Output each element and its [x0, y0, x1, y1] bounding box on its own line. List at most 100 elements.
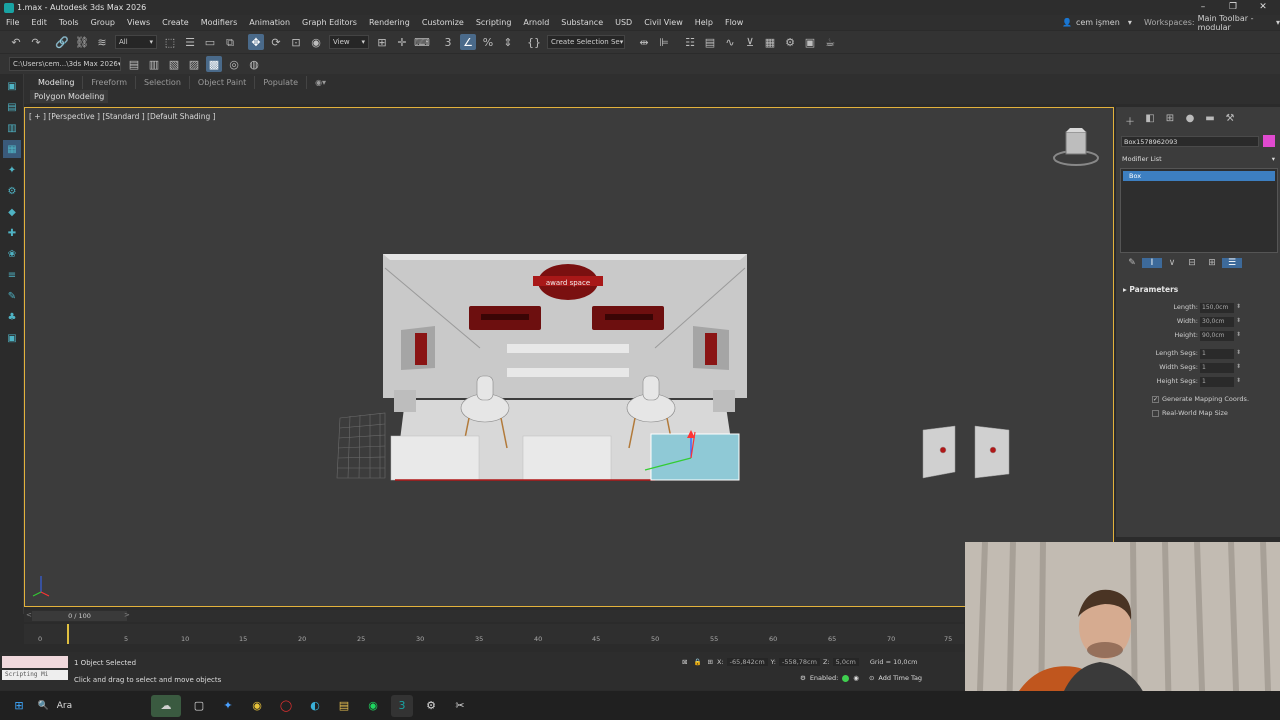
opera-icon[interactable]: ◯	[275, 695, 297, 717]
parameters-header[interactable]: ▸ Parameters	[1120, 285, 1278, 294]
percent-snap-icon[interactable]: %	[480, 34, 496, 50]
task-view-icon[interactable]: ▢	[188, 695, 210, 717]
menu-usd[interactable]: USD	[609, 18, 638, 27]
tab-modeling[interactable]: Modeling	[30, 76, 84, 89]
keyboard-shortcut-icon[interactable]: ⌨	[414, 34, 430, 50]
menu-tools[interactable]: Tools	[53, 18, 85, 27]
layer-icon[interactable]: ▦	[3, 140, 21, 158]
selection-lock-icon[interactable]: 🔒	[693, 658, 701, 666]
menu-views[interactable]: Views	[121, 18, 156, 27]
ribbon-options-icon[interactable]: ◉▾	[307, 76, 334, 89]
spinner-icon[interactable]: ⬍	[1236, 303, 1241, 310]
next-frame-icon[interactable]: >	[124, 611, 130, 619]
configure-icon[interactable]: ☰	[1222, 258, 1242, 268]
configure-sets-icon[interactable]: ⊞	[1202, 258, 1222, 268]
motion-tab-icon[interactable]: ●	[1180, 113, 1200, 128]
time-slider[interactable]: < 0 / 100 >	[24, 610, 964, 622]
windows-start-icon[interactable]: ⊞	[8, 695, 30, 717]
height-input[interactable]: 90,0cm	[1200, 331, 1234, 341]
tree-icon[interactable]: ♣	[3, 308, 21, 326]
menu-animation[interactable]: Animation	[243, 18, 296, 27]
viewcube-icon[interactable]	[1052, 128, 1100, 168]
align-icon[interactable]: ⊫	[656, 34, 672, 50]
object-name-field[interactable]: Box1578962093	[1121, 136, 1259, 147]
project-config-icon[interactable]: ▨	[186, 56, 202, 72]
taskbar-search[interactable]: 🔍 Ara	[38, 695, 148, 717]
garden-icon[interactable]: ❀	[3, 245, 21, 263]
spinner-snap-icon[interactable]: ⇕	[500, 34, 516, 50]
undo-icon[interactable]: ↶	[8, 34, 24, 50]
rendered-frame-icon[interactable]: ▣	[802, 34, 818, 50]
schematic-view-icon[interactable]: ⊻	[742, 34, 758, 50]
workspace-selector[interactable]: Workspaces: Main Toolbar - modular ▾	[1144, 14, 1280, 32]
rect-selection-icon[interactable]: ▭	[202, 34, 218, 50]
edge-icon[interactable]: ◐	[304, 695, 326, 717]
track-bar[interactable]: 0 5 10 15 20 25 30 35 40 45 50 55 60 65 …	[24, 624, 964, 644]
file-explorer-icon[interactable]: ▤	[333, 695, 355, 717]
length-input[interactable]: 150,0cm	[1200, 303, 1234, 313]
enabled-indicator[interactable]	[842, 674, 850, 682]
menu-flow[interactable]: Flow	[719, 18, 749, 27]
mirror-icon[interactable]: ⇹	[636, 34, 652, 50]
menu-scripting[interactable]: Scripting	[470, 18, 518, 27]
isolate-selection-icon[interactable]: ▩	[206, 56, 222, 72]
modify-tab-icon[interactable]: ◧	[1140, 113, 1160, 128]
display-icon[interactable]: ▥	[3, 119, 21, 137]
safe-frame-icon[interactable]: ◎	[226, 56, 242, 72]
named-selection-dropdown[interactable]: Create Selection Se ▾	[547, 35, 625, 49]
menu-arnold[interactable]: Arnold	[517, 18, 555, 27]
modifier-list-dropdown[interactable]: Modifier List ▾	[1121, 153, 1277, 165]
remove-modifier-icon[interactable]: ⊟	[1182, 258, 1202, 268]
time-slider-thumb[interactable]: 0 / 100	[32, 611, 127, 621]
spinner-icon[interactable]: ⬍	[1236, 363, 1241, 370]
scene-explorer-icon[interactable]: ☷	[682, 34, 698, 50]
select-move-icon[interactable]: ✥	[248, 34, 264, 50]
menu-help[interactable]: Help	[689, 18, 719, 27]
z-coordinate-field[interactable]: 5,0cm	[832, 658, 859, 666]
element-icon[interactable]: ◆	[3, 203, 21, 221]
create-tab-icon[interactable]: ＋	[1120, 113, 1140, 128]
create-icon[interactable]: ▣	[3, 77, 21, 95]
widgets-icon[interactable]: ☁	[151, 694, 181, 717]
menu-graph-editors[interactable]: Graph Editors	[296, 18, 363, 27]
perspective-viewport[interactable]: [ + ] [Perspective ] [Standard ] [Defaul…	[24, 107, 1114, 607]
menu-modifiers[interactable]: Modifiers	[195, 18, 244, 27]
x-coordinate-field[interactable]: -65,842cm	[726, 658, 768, 666]
link-icon[interactable]: 🔗	[54, 34, 70, 50]
user-account[interactable]: 👤 cem işmen ▾	[1062, 15, 1132, 30]
prev-frame-icon[interactable]: <	[26, 611, 32, 619]
degradation-icon[interactable]: ⚙	[800, 674, 806, 682]
reference-coord-dropdown[interactable]: View ▾	[329, 35, 369, 49]
add-time-tag[interactable]: Add Time Tag	[878, 674, 922, 682]
layer-explorer-icon[interactable]: ▤	[702, 34, 718, 50]
snipping-tool-icon[interactable]: ✂	[449, 695, 471, 717]
select-manipulate-icon[interactable]: ✛	[394, 34, 410, 50]
chrome-icon[interactable]: ◉	[246, 695, 268, 717]
show-end-result-icon[interactable]: Ⅰ	[1142, 258, 1162, 268]
panel-icon[interactable]: ▣	[3, 329, 21, 347]
menu-civil-view[interactable]: Civil View	[638, 18, 689, 27]
place-icon[interactable]: ◉	[308, 34, 324, 50]
material-editor-icon[interactable]: ▦	[762, 34, 778, 50]
display-tab-icon[interactable]: ▬	[1200, 113, 1220, 128]
edit-named-selection-icon[interactable]: {}	[526, 34, 542, 50]
project-open-icon[interactable]: ▧	[166, 56, 182, 72]
road-icon[interactable]: ≡	[3, 266, 21, 284]
absolute-mode-icon[interactable]: ⊞	[708, 658, 713, 666]
length-segs-input[interactable]: 1	[1200, 349, 1234, 359]
menu-rendering[interactable]: Rendering	[363, 18, 416, 27]
render-setup-icon[interactable]: ⚙	[782, 34, 798, 50]
proc-icon[interactable]: ⚙	[3, 182, 21, 200]
copilot-icon[interactable]: ✦	[217, 695, 239, 717]
project-folder-icon[interactable]: ▤	[126, 56, 142, 72]
spinner-icon[interactable]: ⬍	[1236, 377, 1241, 384]
menu-create[interactable]: Create	[156, 18, 195, 27]
spotify-icon[interactable]: ◉	[362, 695, 384, 717]
select-rotate-icon[interactable]: ⟳	[268, 34, 284, 50]
vertex-icon[interactable]: ✚	[3, 224, 21, 242]
snaps-toggle-icon[interactable]: 3	[440, 34, 456, 50]
real-world-checkbox[interactable]: Real-World Map Size	[1152, 409, 1228, 417]
time-tag-icon[interactable]: ⊙	[869, 674, 874, 682]
width-segs-input[interactable]: 1	[1200, 363, 1234, 373]
menu-edit[interactable]: Edit	[25, 18, 53, 27]
